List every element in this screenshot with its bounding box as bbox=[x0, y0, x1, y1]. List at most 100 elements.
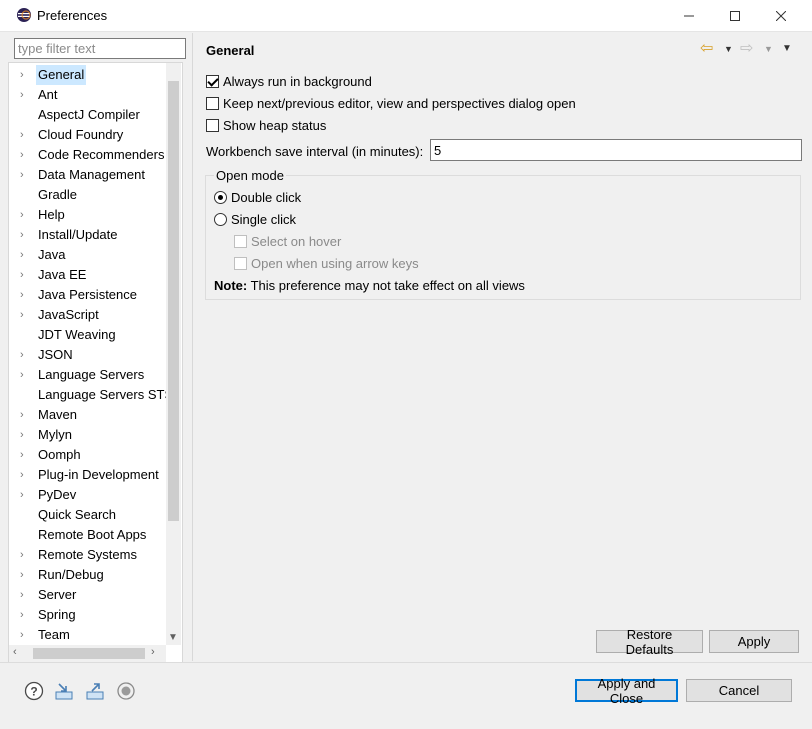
show-heap-option[interactable]: Show heap status bbox=[206, 115, 326, 135]
chevron-right-icon[interactable]: › bbox=[20, 465, 32, 485]
save-interval-label: Workbench save interval (in minutes): bbox=[206, 144, 424, 159]
tree-item[interactable]: › Java bbox=[9, 245, 167, 265]
tree-item[interactable]: › Team bbox=[9, 625, 167, 645]
forward-arrow-icon[interactable]: ⇨ bbox=[740, 38, 753, 58]
tree-item[interactable]: › Ant bbox=[9, 85, 167, 105]
tree-item[interactable]: Remote Boot Apps bbox=[9, 525, 167, 545]
always-run-background-checkbox[interactable] bbox=[206, 74, 219, 88]
eclipse-app-icon bbox=[17, 8, 31, 22]
chevron-right-icon[interactable]: › bbox=[20, 225, 32, 245]
scroll-left-icon[interactable]: ‹ bbox=[13, 646, 17, 658]
chevron-right-icon[interactable]: › bbox=[20, 305, 32, 325]
export-icon[interactable] bbox=[85, 681, 105, 701]
tree-item[interactable]: › JSON bbox=[9, 345, 167, 365]
tree-item[interactable]: Language Servers STS bbox=[9, 385, 173, 405]
scroll-right-icon[interactable]: › bbox=[151, 646, 155, 658]
tree-item[interactable]: › Mylyn bbox=[9, 425, 167, 445]
maximize-button[interactable] bbox=[712, 0, 758, 31]
chevron-right-icon[interactable]: › bbox=[20, 405, 32, 425]
tree-item[interactable]: › Java Persistence bbox=[9, 285, 167, 305]
tree-item[interactable]: › Plug-in Development bbox=[9, 465, 167, 485]
tree-item[interactable]: Gradle bbox=[9, 185, 167, 205]
apply-and-close-button[interactable]: Apply and Close bbox=[575, 676, 678, 706]
open-arrow-keys-checkbox bbox=[234, 256, 247, 270]
chevron-right-icon[interactable]: › bbox=[20, 485, 32, 505]
single-click-option[interactable]: Single click bbox=[214, 209, 296, 229]
tree-item[interactable]: › JavaScript bbox=[9, 305, 167, 325]
tree-item[interactable]: › Server bbox=[9, 585, 167, 605]
chevron-right-icon[interactable]: › bbox=[20, 65, 32, 85]
tree-item[interactable]: JDT Weaving bbox=[9, 325, 167, 345]
h-scroll-thumb[interactable] bbox=[33, 648, 145, 659]
chevron-right-icon[interactable]: › bbox=[20, 445, 32, 465]
keep-dialog-open-option[interactable]: Keep next/previous editor, view and pers… bbox=[206, 93, 576, 113]
tree-vertical-scrollbar[interactable]: ▼ bbox=[166, 63, 181, 645]
option-label: Select on hover bbox=[251, 233, 342, 249]
import-icon[interactable] bbox=[54, 681, 74, 701]
tree-item-label: Run/Debug bbox=[38, 567, 104, 582]
tree-item[interactable]: › Run/Debug bbox=[9, 565, 167, 585]
chevron-right-icon[interactable]: › bbox=[20, 425, 32, 445]
chevron-right-icon[interactable]: › bbox=[20, 265, 32, 285]
scroll-down-icon[interactable]: ▼ bbox=[168, 632, 178, 643]
back-arrow-icon[interactable]: ⇦ bbox=[700, 38, 713, 58]
chevron-right-icon[interactable]: › bbox=[20, 565, 32, 585]
tree-item[interactable]: AspectJ Compiler bbox=[9, 105, 167, 125]
show-heap-checkbox[interactable] bbox=[206, 118, 219, 132]
back-dropdown-icon[interactable]: ▼ bbox=[724, 44, 733, 54]
chevron-right-icon[interactable]: › bbox=[20, 145, 32, 165]
chevron-right-icon[interactable]: › bbox=[20, 345, 32, 365]
restore-defaults-button[interactable]: Restore Defaults bbox=[596, 627, 703, 657]
view-menu-icon[interactable]: ▼ bbox=[782, 43, 792, 54]
tree-item-label: Language Servers bbox=[38, 367, 145, 382]
always-run-background-option[interactable]: Always run in background bbox=[206, 71, 372, 91]
option-label: Double click bbox=[231, 189, 302, 205]
filter-input[interactable] bbox=[14, 38, 186, 59]
chevron-right-icon[interactable]: › bbox=[20, 545, 32, 565]
tree-item[interactable]: › Maven bbox=[9, 405, 167, 425]
scroll-thumb[interactable] bbox=[168, 81, 179, 521]
tree-item-label: Help bbox=[38, 207, 65, 222]
apply-button[interactable]: Apply bbox=[709, 630, 799, 653]
tree-item[interactable]: › Cloud Foundry bbox=[9, 125, 167, 145]
tree-item[interactable]: › Language Servers bbox=[9, 365, 167, 385]
double-click-option[interactable]: Double click bbox=[214, 187, 301, 207]
single-click-radio[interactable] bbox=[214, 212, 227, 226]
preferences-tree[interactable]: › General › Ant AspectJ Compiler › Cloud Found… bbox=[8, 62, 183, 663]
record-icon[interactable] bbox=[116, 681, 136, 701]
chevron-right-icon[interactable]: › bbox=[20, 585, 32, 605]
double-click-radio[interactable] bbox=[214, 190, 227, 204]
tree-item[interactable]: › General bbox=[9, 65, 167, 85]
help-icon[interactable]: ? bbox=[24, 681, 44, 701]
chevron-right-icon[interactable]: › bbox=[20, 85, 32, 105]
tree-item-label: Remote Boot Apps bbox=[38, 527, 147, 542]
chevron-right-icon[interactable]: › bbox=[20, 245, 32, 265]
minimize-button[interactable] bbox=[666, 0, 712, 31]
tree-item[interactable]: Quick Search bbox=[9, 505, 167, 525]
open-arrow-keys-option: Open when using arrow keys bbox=[234, 253, 419, 273]
tree-item[interactable]: › Remote Systems bbox=[9, 545, 167, 565]
close-button[interactable] bbox=[758, 0, 804, 31]
chevron-right-icon[interactable]: › bbox=[20, 205, 32, 225]
tree-item[interactable]: › Java EE bbox=[9, 265, 167, 285]
tree-item[interactable]: › Oomph bbox=[9, 445, 167, 465]
select-on-hover-checkbox bbox=[234, 234, 247, 248]
chevron-right-icon[interactable]: › bbox=[20, 125, 32, 145]
tree-item[interactable]: › Spring bbox=[9, 605, 167, 625]
chevron-right-icon[interactable]: › bbox=[20, 365, 32, 385]
chevron-right-icon[interactable]: › bbox=[20, 625, 32, 645]
tree-item[interactable]: › Install/Update bbox=[9, 225, 167, 245]
keep-dialog-open-checkbox[interactable] bbox=[206, 96, 219, 110]
cancel-button[interactable]: Cancel bbox=[686, 679, 792, 702]
tree-item[interactable]: › Data Management bbox=[9, 165, 167, 185]
chevron-right-icon[interactable]: › bbox=[20, 285, 32, 305]
save-interval-input[interactable] bbox=[430, 139, 802, 161]
tree-item[interactable]: › PyDev bbox=[9, 485, 167, 505]
forward-dropdown-icon[interactable]: ▼ bbox=[764, 44, 773, 54]
chevron-right-icon[interactable]: › bbox=[20, 605, 32, 625]
chevron-right-icon[interactable]: › bbox=[20, 165, 32, 185]
tree-item[interactable]: › Help bbox=[9, 205, 167, 225]
tree-horizontal-scrollbar[interactable]: ‹ › bbox=[9, 645, 166, 662]
tree-item[interactable]: › Code Recommenders bbox=[9, 145, 167, 165]
select-on-hover-option: Select on hover bbox=[234, 231, 341, 251]
